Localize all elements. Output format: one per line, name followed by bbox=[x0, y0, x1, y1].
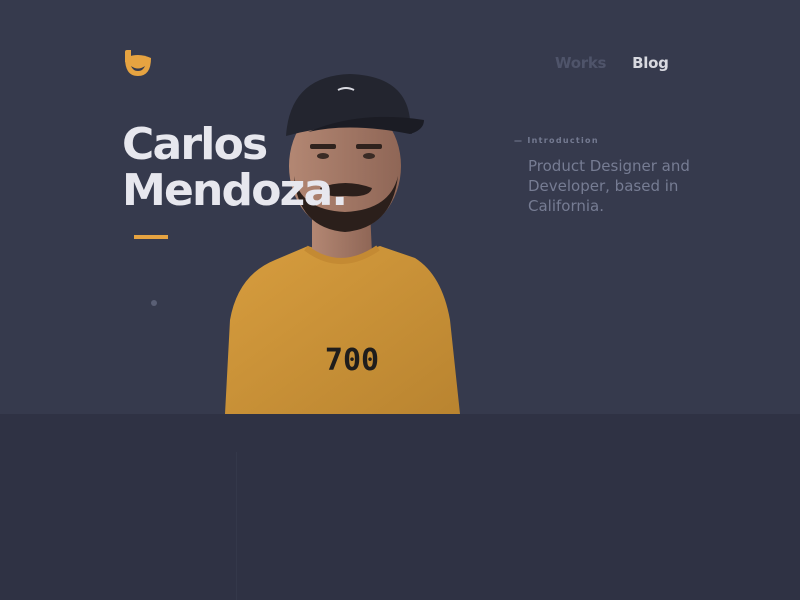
title-accent-underline bbox=[134, 235, 168, 239]
main-nav: Works Blog bbox=[555, 54, 669, 72]
intro-label: — Introduction bbox=[514, 136, 599, 145]
scroll-indicator-dot[interactable] bbox=[151, 300, 157, 306]
intro-text: Product Designer and Developer, based in… bbox=[528, 157, 690, 215]
page-title: Carlos Mendoza. bbox=[122, 119, 348, 216]
title-first-name: Carlos bbox=[122, 119, 268, 170]
lower-section bbox=[0, 414, 800, 600]
section-divider bbox=[236, 452, 237, 600]
shirt-print-text: 700 bbox=[325, 343, 379, 378]
brand-logo-icon[interactable] bbox=[122, 48, 154, 78]
title-last-name: Mendoza. bbox=[122, 165, 348, 216]
nav-link-blog[interactable]: Blog bbox=[632, 54, 669, 72]
nav-link-works[interactable]: Works bbox=[555, 54, 606, 72]
